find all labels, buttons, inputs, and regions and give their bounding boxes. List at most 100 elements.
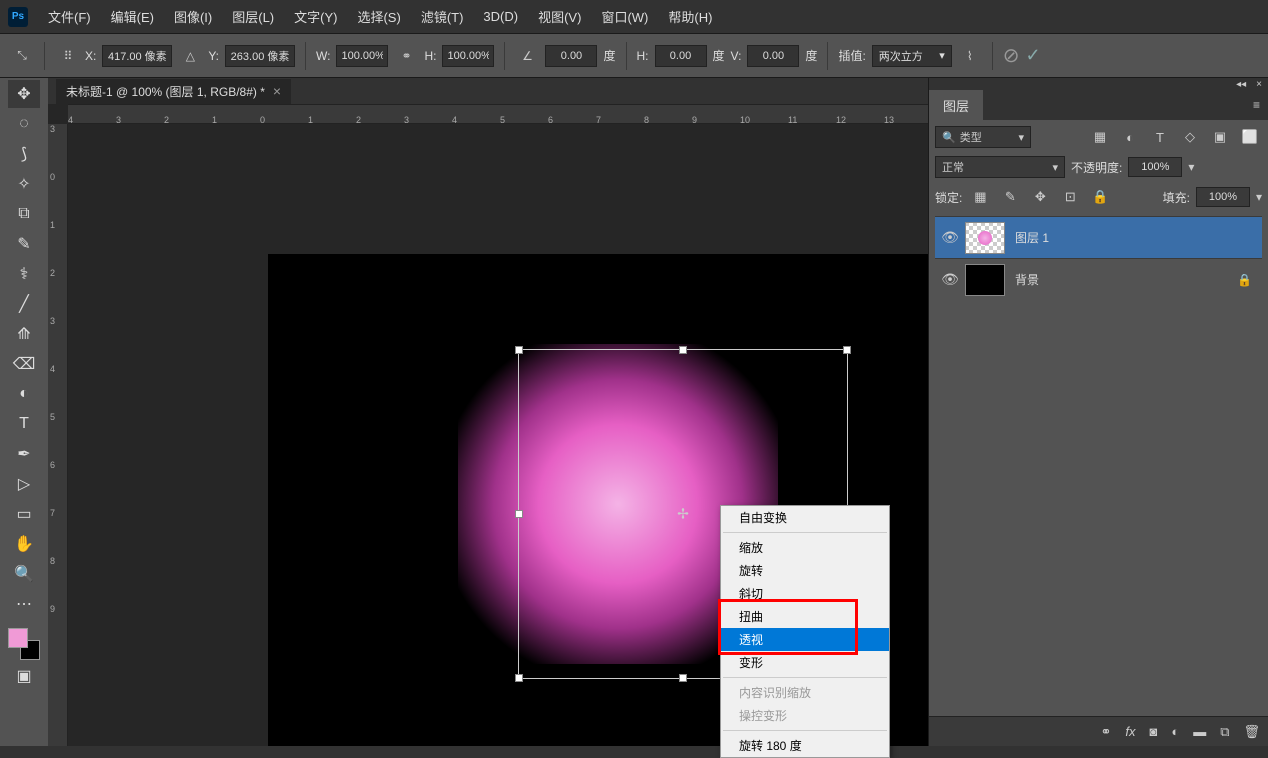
lock-artboard-icon[interactable]: ⊡ <box>1058 186 1082 208</box>
warp-icon[interactable]: ⌇ <box>958 44 982 68</box>
path-select-tool[interactable]: ▷ <box>8 470 40 498</box>
eyedropper-tool[interactable]: ✎ <box>8 230 40 258</box>
ctx-变形[interactable]: 变形 <box>721 651 889 674</box>
menu-view[interactable]: 视图(V) <box>528 7 591 26</box>
lock-pos-icon[interactable]: ✥ <box>1028 186 1052 208</box>
opacity-label: 不透明度: <box>1071 159 1122 176</box>
document-tab[interactable]: 未标题-1 @ 100% (图层 1, RGB/8#) * × <box>56 79 291 104</box>
delete-icon[interactable]: 🗑 <box>1243 724 1260 740</box>
filter-type-icon[interactable]: T <box>1148 126 1172 148</box>
layer-row[interactable]: 👁背景🔒 <box>935 258 1262 300</box>
cancel-icon[interactable]: ⊘ <box>1003 43 1020 68</box>
new-layer-icon[interactable]: ⧉ <box>1220 724 1229 740</box>
layer-row[interactable]: 👁图层 1 <box>935 216 1262 258</box>
lock-all-icon[interactable]: 🔒 <box>1088 186 1112 208</box>
menu-type[interactable]: 文字(Y) <box>284 7 347 26</box>
handle-bl[interactable] <box>515 674 523 682</box>
filter-shape-icon[interactable]: ◇ <box>1178 126 1202 148</box>
eraser-tool[interactable]: ⌫ <box>8 350 40 378</box>
commit-icon[interactable]: ✓ <box>1026 45 1041 66</box>
panel-menu-icon[interactable]: ≡ <box>1245 98 1268 112</box>
reference-point-icon[interactable]: ⠿ <box>55 44 79 68</box>
menu-file[interactable]: 文件(F) <box>38 7 101 26</box>
angle-input[interactable] <box>545 45 597 67</box>
menu-select[interactable]: 选择(S) <box>347 7 410 26</box>
ctx-旋转[interactable]: 旋转 <box>721 559 889 582</box>
lasso-tool[interactable]: ⟆ <box>8 140 40 168</box>
zoom-tool[interactable]: 🔍 <box>8 560 40 588</box>
quick-mask-tool[interactable]: ▣ <box>8 662 40 690</box>
group-icon[interactable]: ▬ <box>1193 724 1206 739</box>
filter-adjust-icon[interactable]: ◐ <box>1118 126 1142 148</box>
handle-ml[interactable] <box>515 510 523 518</box>
fill-arrow-icon[interactable]: ▾ <box>1256 190 1262 204</box>
opacity-arrow-icon[interactable]: ▾ <box>1188 160 1194 174</box>
crop-tool[interactable]: ⧉ <box>8 200 40 228</box>
fx-icon[interactable]: fx <box>1125 724 1135 739</box>
edit-toolbar[interactable]: ⋯ <box>8 590 40 618</box>
skew-h-input[interactable] <box>655 45 707 67</box>
blend-mode-dropdown[interactable]: 正常▾ <box>935 156 1065 178</box>
link-icon[interactable]: ⚭ <box>394 44 418 68</box>
visibility-icon[interactable]: 👁 <box>935 271 965 288</box>
ctx-缩放[interactable]: 缩放 <box>721 536 889 559</box>
transform-tool-icon[interactable]: ⤡ <box>10 44 34 68</box>
menu-edit[interactable]: 编辑(E) <box>101 7 164 26</box>
y-input[interactable] <box>225 45 295 67</box>
handle-tm[interactable] <box>679 346 687 354</box>
hand-tool[interactable]: ✋ <box>8 530 40 558</box>
stamp-tool[interactable]: ⟰ <box>8 320 40 348</box>
layer-filter-dropdown[interactable]: 🔍类型▾ <box>935 126 1031 148</box>
skew-v-input[interactable] <box>747 45 799 67</box>
visibility-icon[interactable]: 👁 <box>935 229 965 246</box>
rectangle-tool[interactable]: ▭ <box>8 500 40 528</box>
menu-filter[interactable]: 滤镜(T) <box>411 7 474 26</box>
collapse-icon[interactable]: ◂◂ <box>1236 79 1246 90</box>
adjustment-icon[interactable]: ◐ <box>1171 724 1179 739</box>
interp-dropdown[interactable]: 两次立方▾ <box>872 45 952 67</box>
handle-bm[interactable] <box>679 674 687 682</box>
ctx-扭曲[interactable]: 扭曲 <box>721 605 889 628</box>
angle-icon: ∠ <box>515 44 539 68</box>
menu-window[interactable]: 窗口(W) <box>591 7 658 26</box>
ctx-自由变换[interactable]: 自由变换 <box>721 506 889 529</box>
filter-pixel-icon[interactable]: ▦ <box>1088 126 1112 148</box>
tab-layers[interactable]: 图层 <box>929 90 983 121</box>
type-tool[interactable]: T <box>8 410 40 438</box>
w-label: W: <box>316 49 330 63</box>
fill-input[interactable] <box>1196 187 1250 207</box>
marquee-tool[interactable]: ◌ <box>8 110 40 138</box>
ctx-透视[interactable]: 透视 <box>721 628 889 651</box>
handle-tr[interactable] <box>843 346 851 354</box>
menu-layer[interactable]: 图层(L) <box>222 7 284 26</box>
h-input[interactable] <box>442 45 494 67</box>
close-tab-icon[interactable]: × <box>273 83 281 99</box>
pen-tool[interactable]: ✒ <box>8 440 40 468</box>
foreground-color[interactable] <box>8 628 28 648</box>
layer-thumbnail[interactable] <box>965 222 1005 254</box>
menu-image[interactable]: 图像(I) <box>164 7 222 26</box>
heal-tool[interactable]: ⚕ <box>8 260 40 288</box>
filter-smart-icon[interactable]: ▣ <box>1208 126 1232 148</box>
gradient-tool[interactable]: ◐ <box>8 380 40 408</box>
lock-pixel-icon[interactable]: ✎ <box>998 186 1022 208</box>
layer-list: 👁图层 1👁背景🔒 <box>935 216 1262 300</box>
mask-icon[interactable]: ◙ <box>1149 724 1157 739</box>
delta-icon[interactable]: △ <box>178 44 202 68</box>
color-swatch[interactable] <box>8 628 40 660</box>
ctx-斜切[interactable]: 斜切 <box>721 582 889 605</box>
filter-toggle-icon[interactable]: ⬜ <box>1238 126 1262 148</box>
link-layers-icon[interactable]: ⚭ <box>1100 724 1111 740</box>
w-input[interactable] <box>336 45 388 67</box>
opacity-input[interactable] <box>1128 157 1182 177</box>
layer-thumbnail[interactable] <box>965 264 1005 296</box>
lock-trans-icon[interactable]: ▦ <box>968 186 992 208</box>
x-input[interactable] <box>102 45 172 67</box>
close-panel-icon[interactable]: × <box>1256 79 1262 90</box>
handle-tl[interactable] <box>515 346 523 354</box>
menu-help[interactable]: 帮助(H) <box>658 7 722 26</box>
wand-tool[interactable]: ✧ <box>8 170 40 198</box>
menu-3d[interactable]: 3D(D) <box>473 9 528 24</box>
brush-tool[interactable]: ╱ <box>8 290 40 318</box>
move-tool[interactable]: ✥ <box>8 80 40 108</box>
